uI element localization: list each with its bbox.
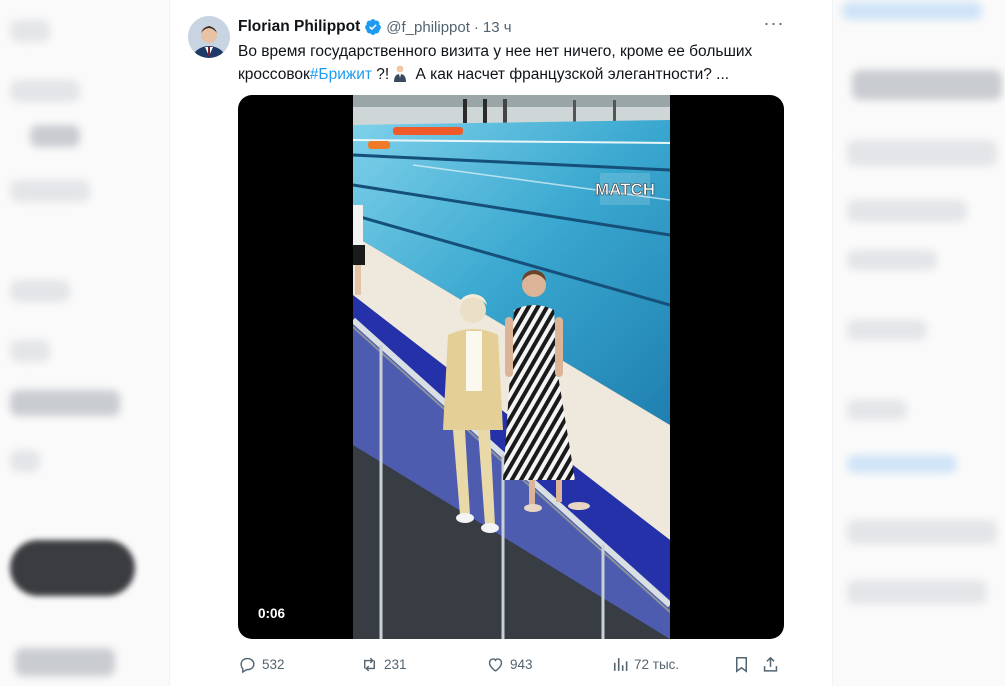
tweet-header: Florian Philippot @f_philippot · 13 ч	[238, 17, 512, 37]
blurred-right-sidebar	[832, 0, 1005, 686]
view-count: 72 тыс.	[634, 656, 680, 672]
action-bar: 532 231 943 72 тыс.	[238, 652, 784, 676]
views-icon	[613, 657, 628, 671]
paris-match-watermark: MATCH	[595, 180, 655, 199]
repost-count: 231	[384, 656, 407, 672]
verified-icon	[364, 18, 382, 36]
video-duration: 0:06	[252, 604, 292, 623]
tweet: Florian Philippot @f_philippot · 13 ч ··…	[170, 0, 832, 686]
bookmark-icon	[735, 656, 748, 673]
person-emoji-icon	[392, 64, 408, 82]
reply-icon	[240, 657, 255, 673]
blurred-left-sidebar	[0, 0, 170, 686]
reply-count: 532	[262, 656, 285, 672]
repost-button[interactable]: 231	[360, 652, 407, 676]
more-icon[interactable]: ···	[762, 14, 786, 36]
video-player[interactable]: MATCH 0:06	[238, 95, 784, 639]
reply-button[interactable]: 532	[238, 652, 285, 676]
tweet-text: Во время государственного визита у нее н…	[238, 40, 798, 86]
repost-icon	[364, 657, 375, 671]
share-icon	[763, 656, 778, 672]
video-frame: MATCH	[353, 95, 670, 639]
like-count: 943	[510, 656, 533, 672]
share-button[interactable]	[761, 652, 785, 676]
tweet-text-part: ?!	[371, 66, 390, 83]
avatar[interactable]	[188, 16, 230, 58]
display-name[interactable]: Florian Philippot	[238, 18, 360, 36]
bookmark-button[interactable]	[732, 652, 756, 676]
like-button[interactable]: 943	[486, 652, 533, 676]
like-icon	[488, 657, 503, 672]
hashtag-link[interactable]: #Брижит	[310, 66, 372, 83]
column-divider	[832, 0, 833, 686]
separator-dot: ·	[473, 18, 479, 36]
tweet-text-part: А как насчет французской элегантности? .…	[411, 66, 730, 83]
handle[interactable]: @f_philippot	[386, 19, 470, 36]
views-button[interactable]: 72 тыс.	[610, 652, 679, 676]
timestamp[interactable]: 13 ч	[483, 19, 512, 36]
